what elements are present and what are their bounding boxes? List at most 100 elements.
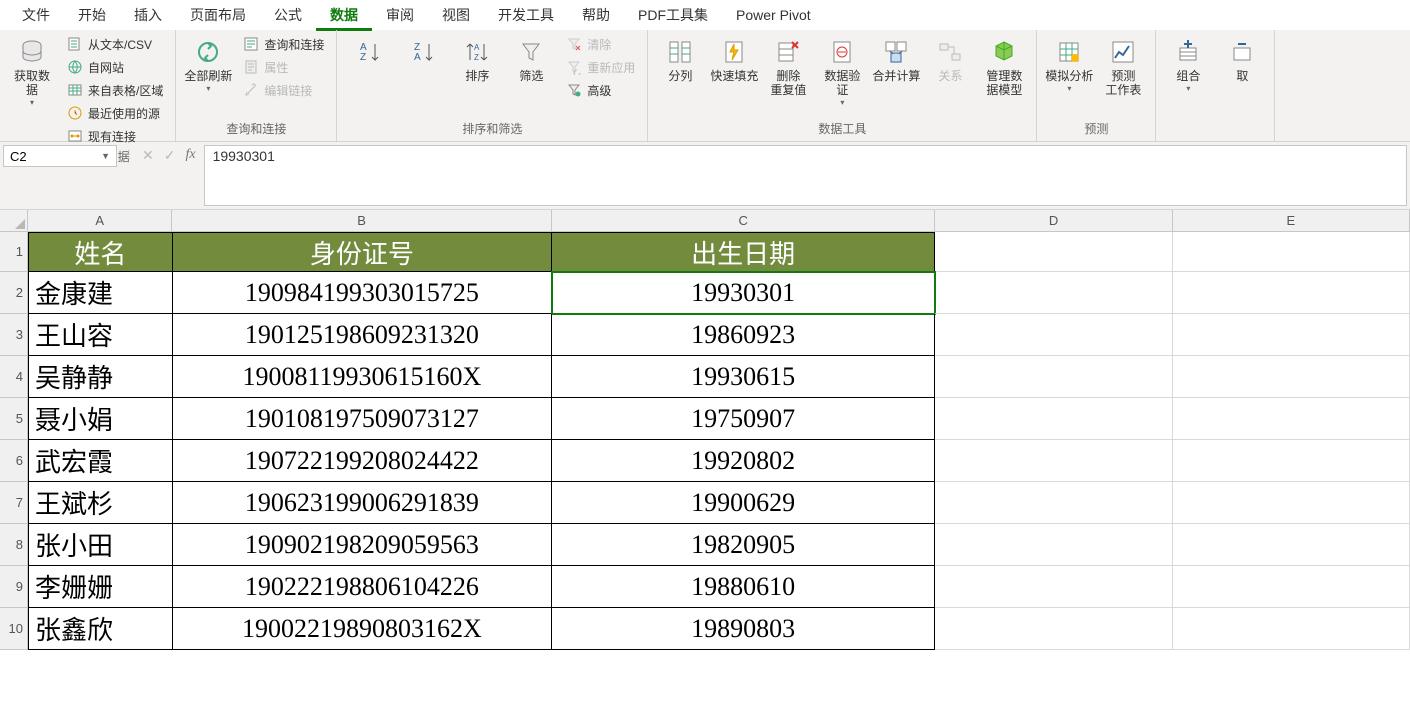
fx-icon[interactable]: fx: [185, 147, 195, 163]
row-header-5[interactable]: 5: [0, 398, 28, 440]
cell-E3[interactable]: [1173, 314, 1410, 356]
cell-C7[interactable]: 19900629: [552, 482, 935, 524]
ribbon-btn-filter[interactable]: 筛选: [507, 34, 555, 84]
cell-D2[interactable]: [935, 272, 1172, 314]
row-header-6[interactable]: 6: [0, 440, 28, 482]
cell-C3[interactable]: 19860923: [552, 314, 935, 356]
column-header-E[interactable]: E: [1173, 210, 1410, 232]
cell-A6[interactable]: 武宏霞: [28, 440, 173, 482]
ribbon-btn-recent[interactable]: 最近使用的源: [62, 103, 167, 123]
tab-帮助[interactable]: 帮助: [568, 0, 624, 31]
cell-C2[interactable]: 19930301: [552, 272, 935, 314]
cell-E6[interactable]: [1173, 440, 1410, 482]
cell-E10[interactable]: [1173, 608, 1410, 650]
column-header-B[interactable]: B: [172, 210, 552, 232]
tab-审阅[interactable]: 审阅: [372, 0, 428, 31]
cell-B7[interactable]: 190623199006291839: [173, 482, 552, 524]
ribbon-btn-csv[interactable]: 从文本/CSV: [62, 34, 167, 54]
tab-PDF工具集[interactable]: PDF工具集: [624, 0, 722, 31]
row-header-4[interactable]: 4: [0, 356, 28, 398]
ribbon-btn-sortaz[interactable]: AZ: [345, 34, 393, 70]
cell-D4[interactable]: [935, 356, 1172, 398]
ribbon-btn-flash[interactable]: 快速填充: [710, 34, 758, 84]
cell-B2[interactable]: 190984199303015725: [173, 272, 552, 314]
cell-E1[interactable]: [1173, 232, 1410, 272]
cell-B10[interactable]: 19002219890803162X: [173, 608, 552, 650]
row-header-8[interactable]: 8: [0, 524, 28, 566]
cell-E7[interactable]: [1173, 482, 1410, 524]
cell-E5[interactable]: [1173, 398, 1410, 440]
cancel-icon[interactable]: ✕: [142, 147, 154, 164]
cell-A9[interactable]: 李姗姗: [28, 566, 173, 608]
row-header-7[interactable]: 7: [0, 482, 28, 524]
cell-A4[interactable]: 吴静静: [28, 356, 173, 398]
cell-D8[interactable]: [935, 524, 1172, 566]
cell-E2[interactable]: [1173, 272, 1410, 314]
cell-C6[interactable]: 19920802: [552, 440, 935, 482]
tab-开发工具[interactable]: 开发工具: [484, 0, 568, 31]
name-box[interactable]: C2 ▼: [3, 145, 117, 167]
tab-公式[interactable]: 公式: [260, 0, 316, 31]
cell-B4[interactable]: 19008119930615160X: [173, 356, 552, 398]
name-box-dropdown-icon[interactable]: ▼: [101, 151, 110, 161]
cell-C8[interactable]: 19820905: [552, 524, 935, 566]
ribbon-btn-advanced[interactable]: 高级: [561, 80, 639, 100]
ribbon-btn-split[interactable]: 分列: [656, 34, 704, 84]
ribbon-btn-sortza[interactable]: ZA: [399, 34, 447, 70]
enter-icon[interactable]: ✓: [164, 147, 176, 164]
cell-A2[interactable]: 金康建: [28, 272, 173, 314]
cell-C5[interactable]: 19750907: [552, 398, 935, 440]
cell-E9[interactable]: [1173, 566, 1410, 608]
cell-C10[interactable]: 19890803: [552, 608, 935, 650]
cell-D6[interactable]: [935, 440, 1172, 482]
cell-A1[interactable]: 姓名: [28, 232, 173, 272]
formula-input[interactable]: 19930301: [204, 145, 1407, 206]
ribbon-btn-dedup[interactable]: 删除 重复值: [764, 34, 812, 98]
cell-B6[interactable]: 190722199208024422: [173, 440, 552, 482]
row-header-9[interactable]: 9: [0, 566, 28, 608]
cell-A7[interactable]: 王斌杉: [28, 482, 173, 524]
cell-C1[interactable]: 出生日期: [552, 232, 935, 272]
cell-E4[interactable]: [1173, 356, 1410, 398]
cell-D3[interactable]: [935, 314, 1172, 356]
ribbon-btn-ungroup[interactable]: 取: [1218, 34, 1266, 84]
row-header-1[interactable]: 1: [0, 232, 28, 272]
cell-C4[interactable]: 19930615: [552, 356, 935, 398]
ribbon-btn-consol[interactable]: 合并计算: [872, 34, 920, 84]
cell-A3[interactable]: 王山容: [28, 314, 173, 356]
ribbon-btn-web[interactable]: 自网站: [62, 57, 167, 77]
cell-D1[interactable]: [935, 232, 1172, 272]
tab-文件[interactable]: 文件: [8, 0, 64, 31]
column-header-D[interactable]: D: [935, 210, 1172, 232]
row-header-10[interactable]: 10: [0, 608, 28, 650]
ribbon-btn-whatif[interactable]: 模拟分析▾: [1045, 34, 1093, 93]
column-header-A[interactable]: A: [28, 210, 172, 232]
tab-视图[interactable]: 视图: [428, 0, 484, 31]
cell-E8[interactable]: [1173, 524, 1410, 566]
ribbon-btn-group[interactable]: 组合▾: [1164, 34, 1212, 93]
select-all-corner[interactable]: [0, 210, 28, 232]
cell-D5[interactable]: [935, 398, 1172, 440]
ribbon-btn-table[interactable]: 来自表格/区域: [62, 80, 167, 100]
tab-数据[interactable]: 数据: [316, 0, 372, 31]
ribbon-btn-qc[interactable]: 查询和连接: [238, 34, 328, 54]
cell-D10[interactable]: [935, 608, 1172, 650]
ribbon-btn-sort[interactable]: AZ排序: [453, 34, 501, 84]
cell-B8[interactable]: 190902198209059563: [173, 524, 552, 566]
row-header-3[interactable]: 3: [0, 314, 28, 356]
tab-开始[interactable]: 开始: [64, 0, 120, 31]
row-header-2[interactable]: 2: [0, 272, 28, 314]
cell-B9[interactable]: 190222198806104226: [173, 566, 552, 608]
ribbon-btn-refresh[interactable]: 全部刷新▾: [184, 34, 232, 93]
tab-页面布局[interactable]: 页面布局: [176, 0, 260, 31]
cell-C9[interactable]: 19880610: [552, 566, 935, 608]
cell-A8[interactable]: 张小田: [28, 524, 173, 566]
ribbon-btn-db[interactable]: 获取数 据▾: [8, 34, 56, 107]
cell-D7[interactable]: [935, 482, 1172, 524]
column-header-C[interactable]: C: [552, 210, 935, 232]
cell-A5[interactable]: 聂小娟: [28, 398, 173, 440]
ribbon-btn-model[interactable]: 管理数 据模型: [980, 34, 1028, 98]
cell-B5[interactable]: 190108197509073127: [173, 398, 552, 440]
cell-B3[interactable]: 190125198609231320: [173, 314, 552, 356]
cell-B1[interactable]: 身份证号: [173, 232, 552, 272]
